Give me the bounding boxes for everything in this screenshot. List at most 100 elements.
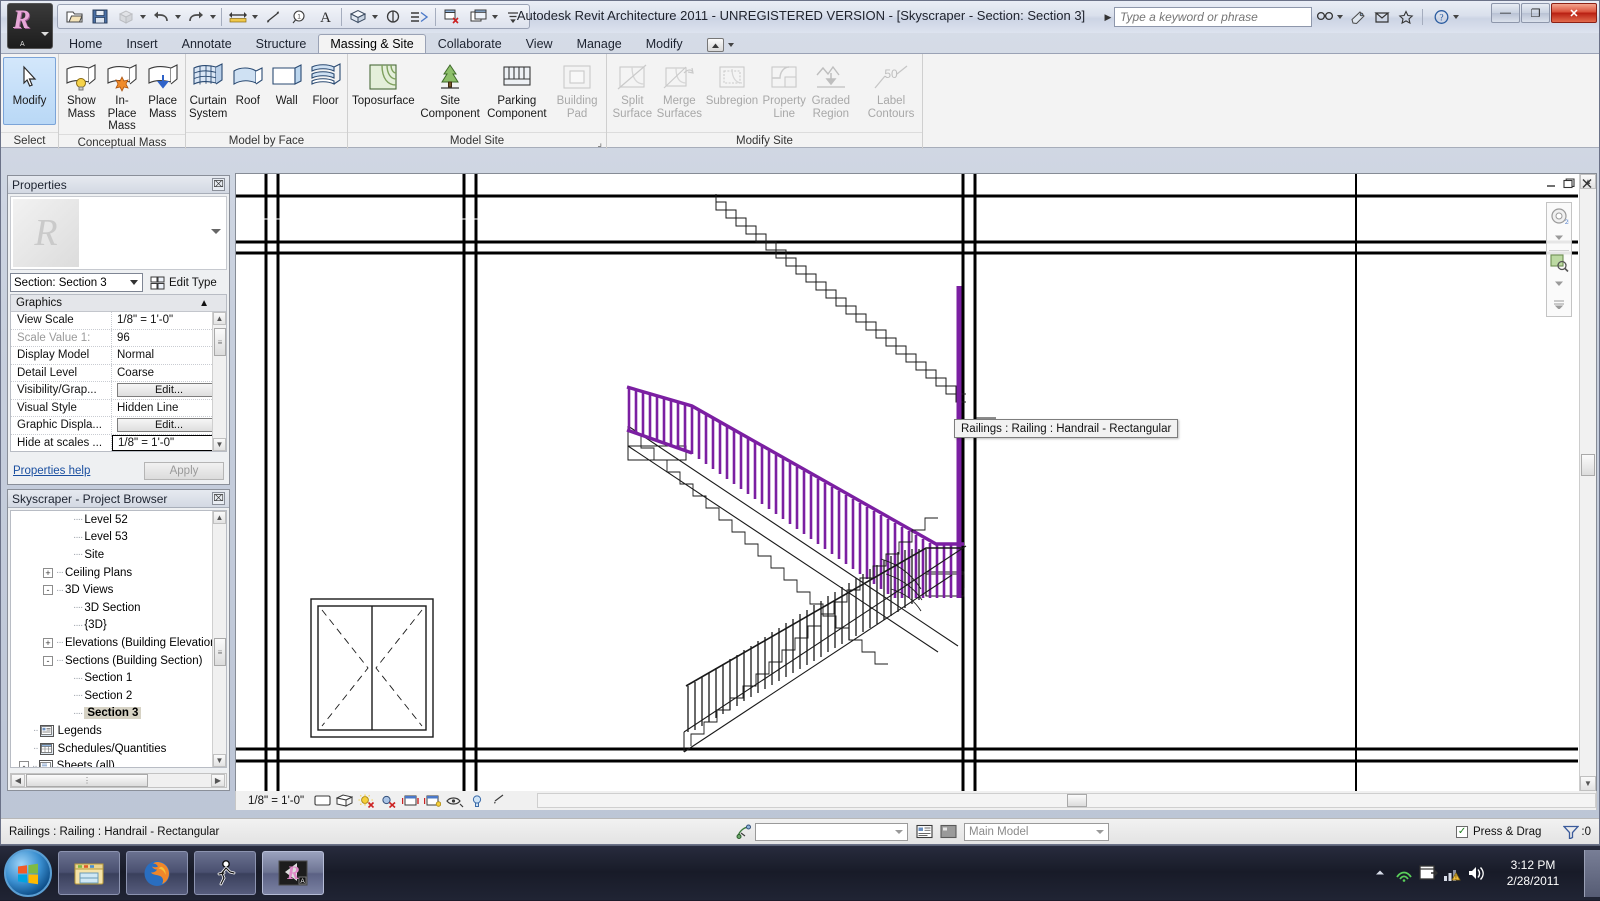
model-site-dialog-launcher-icon[interactable]: ⌟ <box>597 135 602 152</box>
property-row-graphic-display[interactable]: Graphic Displa... Edit... <box>11 417 226 435</box>
tree-item-schedules-quantities[interactable]: ·· Schedules/Quantities <box>11 740 226 758</box>
view-restore-icon[interactable] <box>1561 177 1576 190</box>
firefox-taskbar-button[interactable] <box>126 851 188 895</box>
main-model-caret-icon[interactable] <box>1096 830 1104 834</box>
undo-caret-icon[interactable] <box>175 15 181 19</box>
exclude-options-icon[interactable] <box>938 823 958 841</box>
tab-view[interactable]: View <box>514 34 565 54</box>
media-taskbar-button[interactable] <box>194 851 256 895</box>
canvas-scroll-thumb[interactable] <box>1581 454 1595 476</box>
expander-minus-icon[interactable]: - <box>43 585 53 595</box>
view-close-icon[interactable] <box>1579 177 1594 190</box>
infocenter-expand-arrow-icon[interactable]: ▶ <box>1102 7 1114 27</box>
tree-item-level-52[interactable]: ···· Level 52 <box>11 511 226 529</box>
view-minimize-icon[interactable] <box>1543 177 1558 190</box>
canvas-horizontal-scrollbar[interactable] <box>537 793 1596 808</box>
scroll-down-icon[interactable]: ▼ <box>213 754 226 767</box>
default-3d-view-caret-icon[interactable] <box>372 15 378 19</box>
toposurface-button[interactable]: Toposurface <box>350 57 417 125</box>
chevron-up-icon[interactable]: ▲ <box>199 298 209 309</box>
property-row-visual-style[interactable]: Visual Style Hidden Line <box>11 400 226 418</box>
crop-view-icon[interactable] <box>423 793 442 809</box>
design-options-caret-icon[interactable] <box>895 830 903 834</box>
visibility-graphics-edit-button[interactable]: Edit... <box>117 383 222 397</box>
tab-annotate[interactable]: Annotate <box>170 34 244 54</box>
text-icon[interactable]: A <box>313 6 337 27</box>
analytical-model-icon[interactable] <box>489 793 508 809</box>
redo-caret-icon[interactable] <box>210 15 216 19</box>
property-value[interactable]: Edit... <box>112 417 226 434</box>
open-icon[interactable] <box>62 6 86 27</box>
communication-center-icon[interactable] <box>1371 7 1393 27</box>
start-button[interactable] <box>4 849 52 897</box>
roof-button[interactable]: Roof <box>228 57 267 125</box>
properties-preview-caret-icon[interactable] <box>211 229 221 234</box>
subscription-center-icon[interactable] <box>1347 7 1369 27</box>
action-center-icon[interactable] <box>1416 858 1440 888</box>
visual-style-icon[interactable] <box>335 793 354 809</box>
export-icon[interactable] <box>114 6 138 27</box>
parking-component-button[interactable]: Parking Component <box>483 57 550 125</box>
property-value[interactable]: Normal <box>112 347 226 364</box>
tab-home[interactable]: Home <box>57 34 114 54</box>
switch-windows-icon[interactable] <box>466 6 490 27</box>
switch-windows-caret-icon[interactable] <box>492 15 498 19</box>
in-place-mass-button[interactable]: In-Place Mass <box>102 57 143 134</box>
section-icon[interactable] <box>381 6 405 27</box>
zoom-region-icon[interactable] <box>1548 253 1570 273</box>
property-line-button[interactable]: Property Line <box>761 57 808 125</box>
tab-manage[interactable]: Manage <box>565 34 634 54</box>
windows-explorer-taskbar-button[interactable] <box>58 851 120 895</box>
redo-icon[interactable] <box>184 6 208 27</box>
modify-button[interactable]: Modify <box>3 57 56 125</box>
filter-icon[interactable] <box>1563 825 1579 839</box>
measure-caret-icon[interactable] <box>252 15 258 19</box>
tab-collaborate[interactable]: Collaborate <box>426 34 514 54</box>
search-input[interactable] <box>1114 7 1312 27</box>
label-contours-button[interactable]: 50 Label Contours <box>862 57 920 125</box>
tag-by-category-icon[interactable]: 1 <box>287 6 311 27</box>
tree-item-3d-section[interactable]: ···· 3D Section <box>11 599 226 617</box>
curtain-system-button[interactable]: Curtain System <box>188 57 228 125</box>
ribbon-collapse-icon[interactable] <box>707 38 724 52</box>
property-row-detail-level[interactable]: Detail Level Coarse <box>11 365 226 383</box>
reveal-hidden-elements-icon[interactable] <box>467 793 486 809</box>
scroll-down-icon[interactable]: ▼ <box>213 438 226 451</box>
tree-item-sheets-all[interactable]: - ·· Sheets (all) <box>11 757 226 768</box>
press-and-drag-checkbox[interactable]: ✓ Press & Drag <box>1456 826 1541 838</box>
checkbox-checked-icon[interactable]: ✓ <box>1456 826 1468 838</box>
navbar-caret-1-icon[interactable] <box>1548 227 1570 247</box>
project-browser-scrollbar[interactable]: ▲ ≡ ▼ <box>212 511 226 767</box>
expander-minus-icon[interactable]: - <box>43 656 53 666</box>
graphic-display-edit-button[interactable]: Edit... <box>117 418 222 432</box>
minimize-button[interactable]: — <box>1491 3 1520 23</box>
signal-icon[interactable]: ! <box>1440 858 1464 888</box>
show-hidden-icons-arrow[interactable] <box>1368 858 1392 888</box>
application-menu-button[interactable]: R A <box>7 3 53 49</box>
view-scale-label[interactable]: 1/8" = 1'-0" <box>248 795 304 807</box>
place-mass-button[interactable]: Place Mass <box>142 57 183 125</box>
maximize-button[interactable]: ❐ <box>1521 3 1550 23</box>
tree-item-section-2[interactable]: ···· Section 2 <box>11 687 226 705</box>
volume-icon[interactable] <box>1464 858 1488 888</box>
property-value[interactable]: 1/8" = 1'-0" <box>112 435 224 451</box>
network-wireless-icon[interactable] <box>1392 858 1416 888</box>
search-caret-icon[interactable] <box>1337 15 1343 19</box>
expander-plus-icon[interactable]: + <box>43 568 53 578</box>
chevron-down-icon[interactable] <box>41 32 49 36</box>
edit-type-button[interactable]: Edit Type <box>150 276 217 290</box>
ribbon-minimize-control[interactable] <box>707 38 736 54</box>
property-row-view-scale[interactable]: View Scale 1/8" = 1'-0" <box>11 312 226 330</box>
property-value[interactable]: Coarse <box>112 365 226 382</box>
search-icon[interactable] <box>1314 7 1336 27</box>
tab-structure[interactable]: Structure <box>244 34 319 54</box>
tree-item-section-1[interactable]: ···· Section 1 <box>11 669 226 687</box>
ribbon-collapse-caret-icon[interactable] <box>728 43 734 47</box>
merge-surfaces-button[interactable]: Merge Surfaces <box>656 57 703 125</box>
property-value[interactable]: Edit... <box>112 382 226 399</box>
undo-icon[interactable] <box>149 6 173 27</box>
apply-button[interactable]: Apply <box>144 462 224 480</box>
thin-lines-icon[interactable] <box>407 6 431 27</box>
graded-region-button[interactable]: Graded Region <box>808 57 855 125</box>
project-browser-close-icon[interactable]: ⌧ <box>212 492 225 505</box>
